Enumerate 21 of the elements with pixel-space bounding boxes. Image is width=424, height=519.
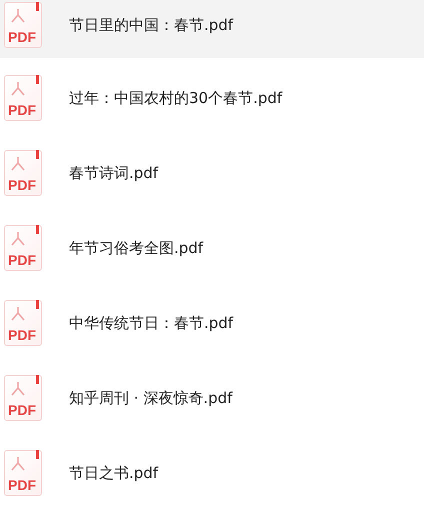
file-row[interactable]: PDF 节日里的中国：春节.pdf — [0, 0, 424, 58]
file-name: 节日里的中国：春节.pdf — [69, 15, 234, 35]
file-name: 知乎周刊 · 深夜惊奇.pdf — [69, 388, 232, 408]
file-name: 节日之书.pdf — [69, 463, 158, 483]
pdf-file-icon: PDF — [4, 300, 42, 346]
pdf-file-icon: PDF — [4, 225, 42, 271]
pdf-file-icon: PDF — [4, 150, 42, 196]
file-row[interactable]: PDF 节日之书.pdf — [0, 433, 424, 508]
pdf-file-icon: PDF — [4, 450, 42, 496]
file-row[interactable]: PDF 春节诗词.pdf — [0, 133, 424, 208]
pdf-file-icon: PDF — [4, 2, 42, 48]
file-row[interactable]: PDF 中华传统节日：春节.pdf — [0, 283, 424, 358]
file-row[interactable]: PDF 年节习俗考全图.pdf — [0, 208, 424, 283]
file-row[interactable]: PDF 知乎周刊 · 深夜惊奇.pdf — [0, 358, 424, 433]
file-name: 中华传统节日：春节.pdf — [69, 313, 234, 333]
pdf-file-icon: PDF — [4, 375, 42, 421]
file-row[interactable]: PDF 过年：中国农村的30个春节.pdf — [0, 58, 424, 133]
file-name: 过年：中国农村的30个春节.pdf — [69, 88, 282, 108]
file-name: 年节习俗考全图.pdf — [69, 238, 204, 258]
pdf-file-icon: PDF — [4, 75, 42, 121]
file-name: 春节诗词.pdf — [69, 163, 158, 183]
